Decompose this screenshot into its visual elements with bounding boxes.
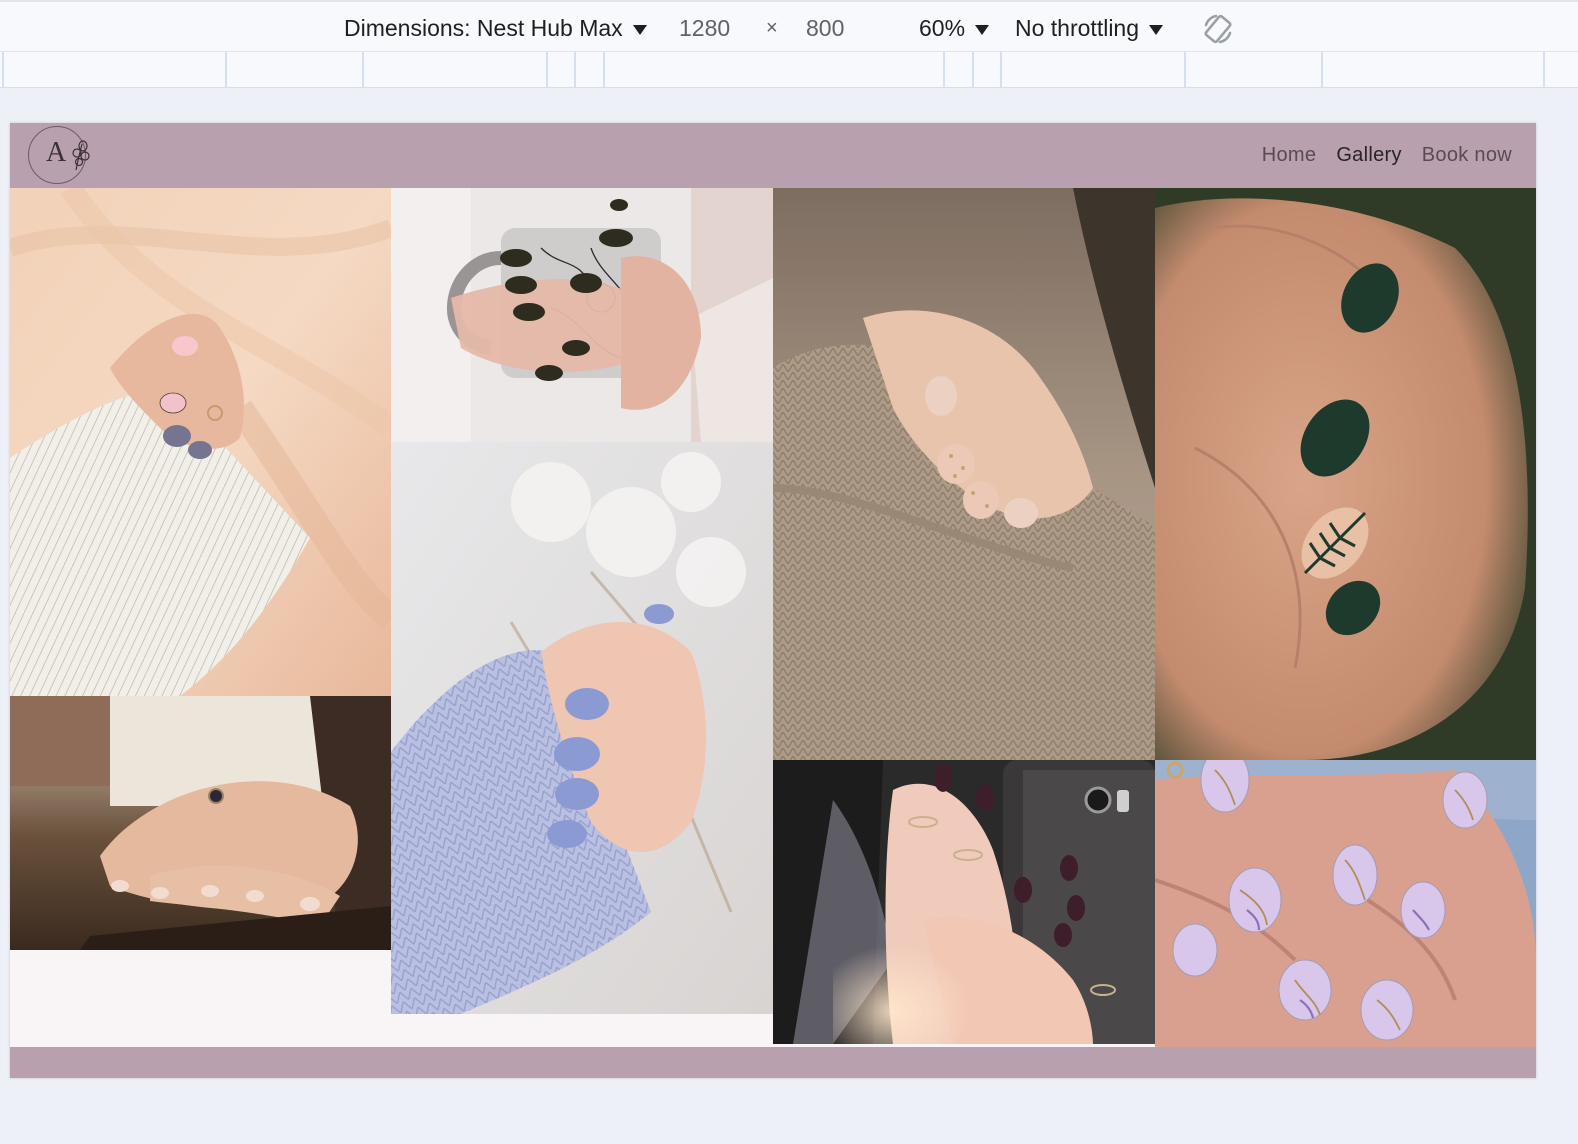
main-nav: Home Gallery Book now [1262,123,1512,188]
site-logo[interactable]: A [28,126,94,184]
chevron-down-icon [975,25,990,35]
mq-marker[interactable] [225,52,227,87]
mq-marker[interactable] [972,52,974,87]
gallery-image[interactable] [391,442,773,1014]
mq-marker[interactable] [1543,52,1545,87]
gallery-image[interactable] [773,760,1155,1044]
media-query-bar[interactable] [0,52,1578,88]
dimensions-label: Dimensions: Nest Hub Max [344,14,623,41]
width-input[interactable]: 1280 [679,2,730,54]
device-toolbar: Dimensions: Nest Hub Max 1280 × 800 60% … [0,0,1578,52]
logo-letter: A [46,137,67,168]
mq-marker[interactable] [1184,52,1186,87]
mq-marker[interactable] [546,52,548,87]
nail-photo-pink-satin [10,188,391,696]
nav-home[interactable]: Home [1262,144,1317,167]
times-label: × [766,16,778,39]
nail-photo-nude-ring [10,696,391,950]
site-header: A Home Gallery Book now [10,123,1536,188]
device-viewport: A Home Gallery Book now [10,123,1536,1078]
gallery-image[interactable] [773,188,1155,760]
nav-gallery[interactable]: Gallery [1336,144,1401,167]
dimensions-dropdown[interactable]: Dimensions: Nest Hub Max [344,2,647,54]
height-input[interactable]: 800 [806,2,844,54]
mq-marker[interactable] [2,52,4,87]
throttling-dropdown[interactable]: No throttling [1015,2,1164,54]
mq-marker[interactable] [362,52,364,87]
mq-marker[interactable] [943,52,945,87]
flower-icon [72,140,90,171]
nail-photo-green-leaf [1155,188,1536,760]
nail-photo-periwinkle-knit [391,442,773,1014]
mq-marker[interactable] [603,52,605,87]
gallery-image[interactable] [391,188,773,442]
gallery-image[interactable] [1155,760,1536,1047]
mq-marker[interactable] [1000,52,1002,87]
gallery-image[interactable] [1155,188,1536,760]
nav-book-now[interactable]: Book now [1422,144,1512,167]
nail-photo-burgundy-phone [773,760,1155,1044]
mq-marker[interactable] [1321,52,1323,87]
throttling-label: No throttling [1015,14,1140,41]
nail-photo-lilac-marble [1155,760,1536,1047]
zoom-label: 60% [919,14,966,41]
nail-photo-dark-mug [391,188,773,442]
gallery-image[interactable] [10,188,391,696]
zoom-dropdown[interactable]: 60% [919,2,990,54]
gallery-image[interactable] [10,696,391,950]
site-footer [10,1047,1536,1078]
chevron-down-icon [1149,25,1164,35]
nail-photo-beige-knit [773,188,1155,760]
rotate-icon[interactable] [1200,11,1236,47]
chevron-down-icon [632,25,647,35]
gallery-grid [10,188,1536,1048]
mq-marker[interactable] [574,52,576,87]
